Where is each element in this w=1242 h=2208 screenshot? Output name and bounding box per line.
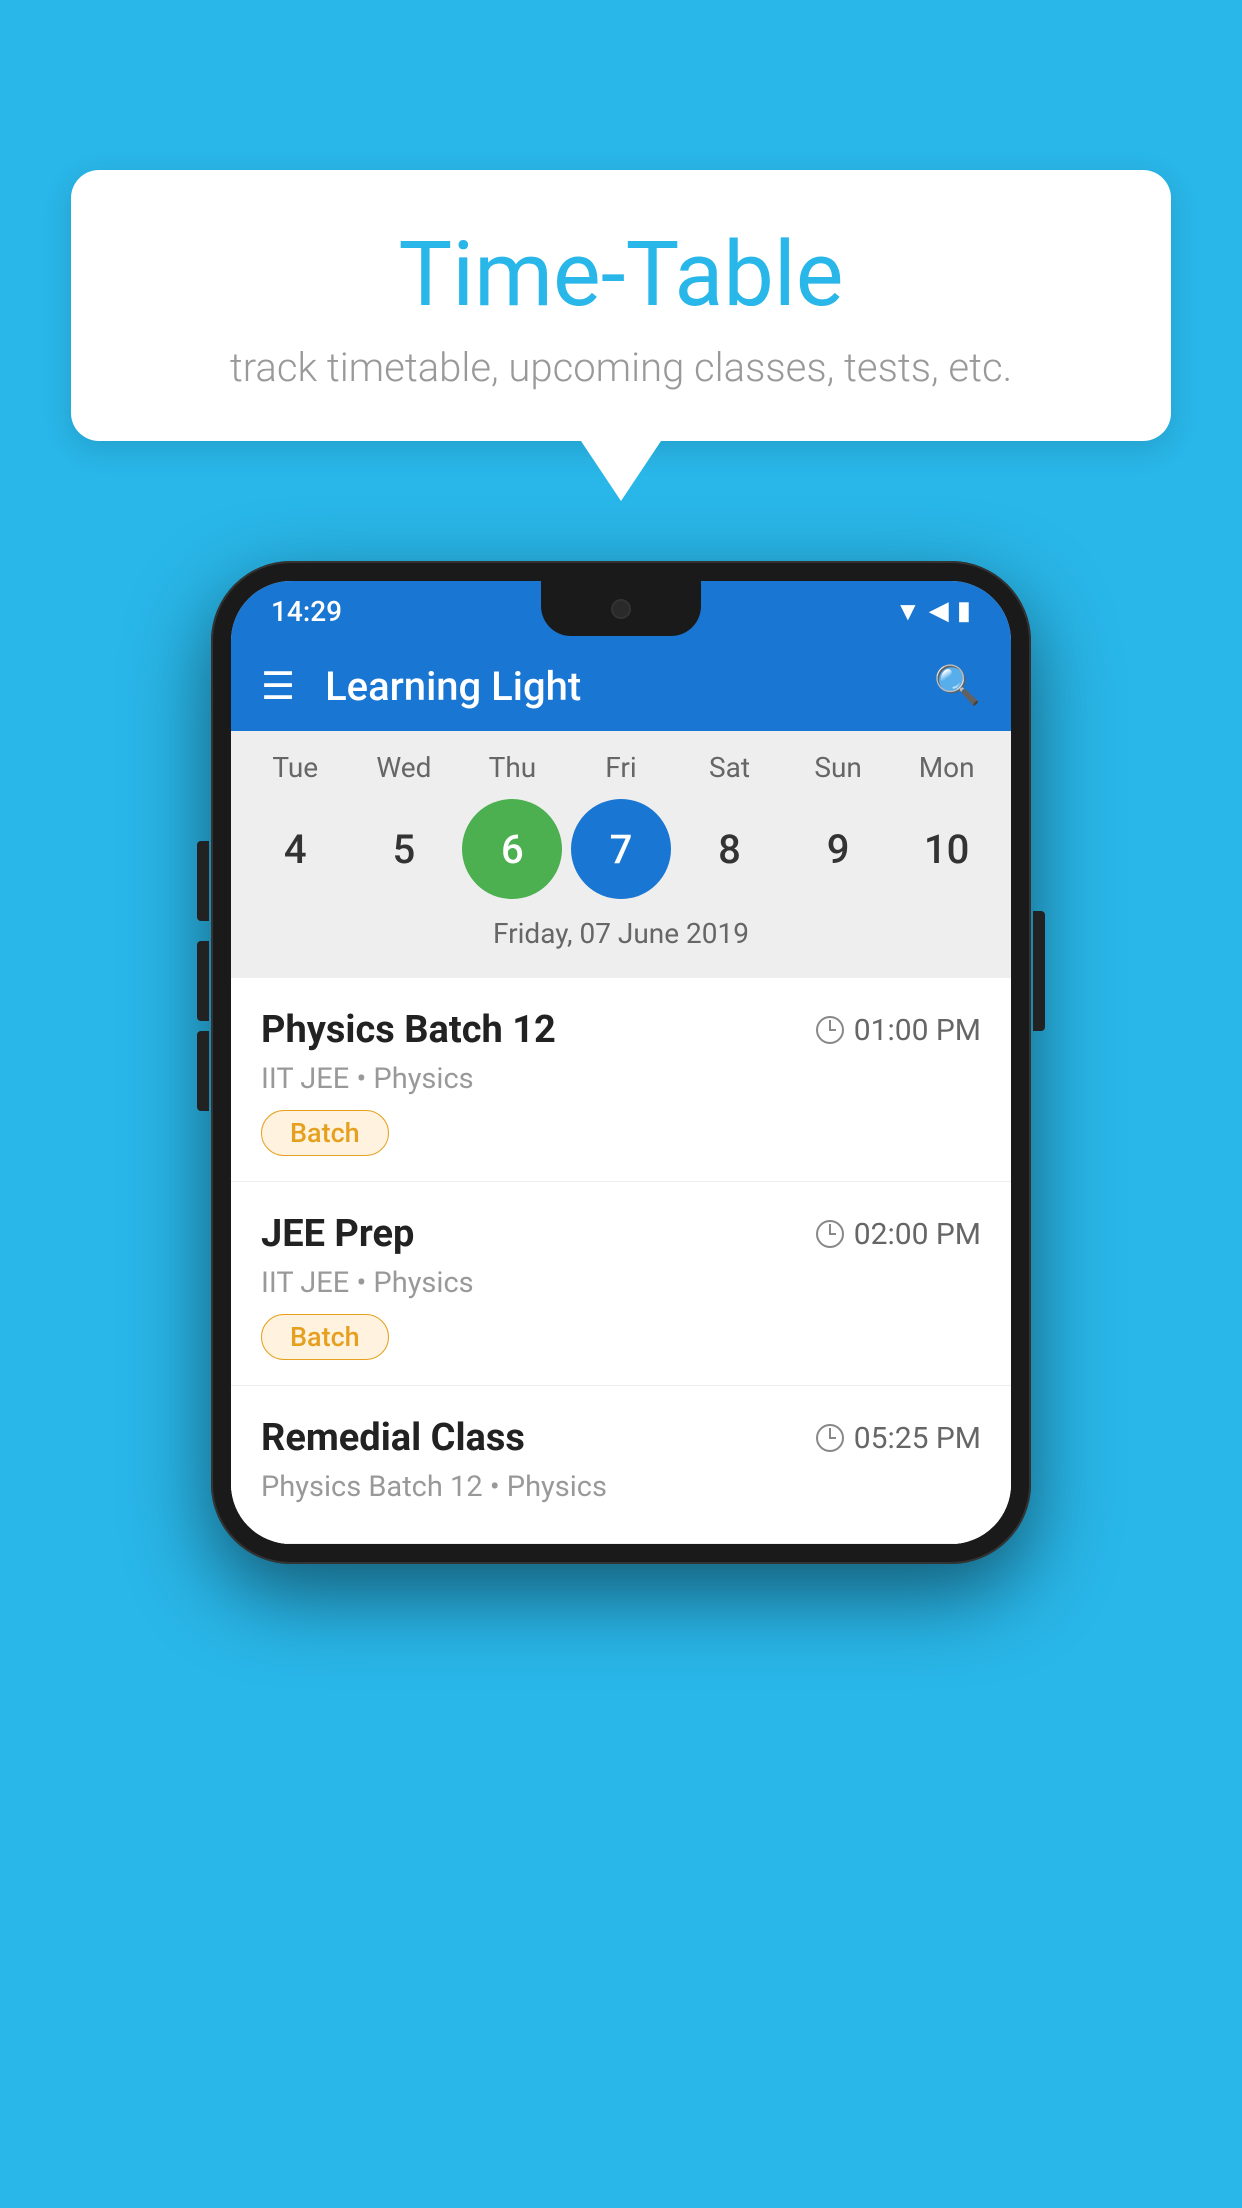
day-header-tue: Tue [245, 751, 345, 784]
schedule-item-2-name: JEE Prep [261, 1212, 414, 1256]
day-headers: Tue Wed Thu Fri Sat Sun Mon [231, 751, 1011, 784]
day-header-mon: Mon [897, 751, 997, 784]
day-10[interactable]: 10 [897, 799, 997, 899]
phone-screen: 14:29 ▼ ◀ ▮ ☰ Learning Light 🔍 Tue [231, 581, 1011, 1544]
schedule-item-2[interactable]: JEE Prep 02:00 PM IIT JEE • Physics Batc… [231, 1182, 1011, 1386]
day-header-wed: Wed [354, 751, 454, 784]
status-icons: ▼ ◀ ▮ [895, 596, 971, 627]
wifi-icon: ▼ [895, 596, 921, 627]
schedule-item-3-time: 05:25 PM [816, 1421, 981, 1456]
battery-icon: ▮ [957, 596, 971, 626]
day-header-thu: Thu [462, 751, 562, 784]
schedule-item-1-header: Physics Batch 12 01:00 PM [261, 1008, 981, 1052]
schedule-item-1-tag: Batch [261, 1110, 389, 1156]
day-6-today[interactable]: 6 [462, 799, 562, 899]
day-numbers: 4 5 6 7 8 9 10 [231, 784, 1011, 909]
schedule-item-2-time: 02:00 PM [816, 1217, 981, 1252]
schedule-item-3-header: Remedial Class 05:25 PM [261, 1416, 981, 1460]
day-5[interactable]: 5 [354, 799, 454, 899]
status-time: 14:29 [271, 595, 342, 628]
page-title: Time-Table [131, 225, 1111, 324]
camera-dot [611, 599, 631, 619]
schedule-item-1-time: 01:00 PM [816, 1013, 981, 1048]
calendar-strip: Tue Wed Thu Fri Sat Sun Mon 4 5 6 7 8 9 … [231, 731, 1011, 978]
day-header-sun: Sun [788, 751, 888, 784]
phone-outer: 14:29 ▼ ◀ ▮ ☰ Learning Light 🔍 Tue [211, 561, 1031, 1564]
clock-icon-3 [816, 1424, 844, 1452]
page-subtitle: track timetable, upcoming classes, tests… [131, 344, 1111, 391]
selected-date-label: Friday, 07 June 2019 [231, 909, 1011, 968]
speech-bubble-card: Time-Table track timetable, upcoming cla… [71, 170, 1171, 441]
notch [541, 581, 701, 636]
clock-icon-2 [816, 1220, 844, 1248]
schedule-list: Physics Batch 12 01:00 PM IIT JEE • Phys… [231, 978, 1011, 1544]
clock-icon-1 [816, 1016, 844, 1044]
phone-mockup: 14:29 ▼ ◀ ▮ ☰ Learning Light 🔍 Tue [211, 561, 1031, 1564]
status-bar: 14:29 ▼ ◀ ▮ [231, 581, 1011, 641]
day-7-selected[interactable]: 7 [571, 799, 671, 899]
app-bar: ☰ Learning Light 🔍 [231, 641, 1011, 731]
hamburger-icon[interactable]: ☰ [261, 664, 295, 709]
schedule-item-3-name: Remedial Class [261, 1416, 525, 1460]
search-icon[interactable]: 🔍 [934, 664, 981, 708]
schedule-item-1-subtitle: IIT JEE • Physics [261, 1062, 981, 1096]
schedule-item-2-tag: Batch [261, 1314, 389, 1360]
schedule-item-3[interactable]: Remedial Class 05:25 PM Physics Batch 12… [231, 1386, 1011, 1544]
speech-bubble-arrow [581, 441, 661, 501]
schedule-item-3-subtitle: Physics Batch 12 • Physics [261, 1470, 981, 1504]
schedule-item-2-header: JEE Prep 02:00 PM [261, 1212, 981, 1256]
schedule-item-1-name: Physics Batch 12 [261, 1008, 556, 1052]
schedule-item-1[interactable]: Physics Batch 12 01:00 PM IIT JEE • Phys… [231, 978, 1011, 1182]
day-9[interactable]: 9 [788, 799, 888, 899]
day-header-sat: Sat [680, 751, 780, 784]
day-8[interactable]: 8 [680, 799, 780, 899]
app-bar-title: Learning Light [325, 663, 934, 710]
signal-icon: ◀ [929, 596, 949, 626]
speech-bubble-section: Time-Table track timetable, upcoming cla… [71, 170, 1171, 501]
day-4[interactable]: 4 [245, 799, 345, 899]
day-header-fri: Fri [571, 751, 671, 784]
schedule-item-2-subtitle: IIT JEE • Physics [261, 1266, 981, 1300]
